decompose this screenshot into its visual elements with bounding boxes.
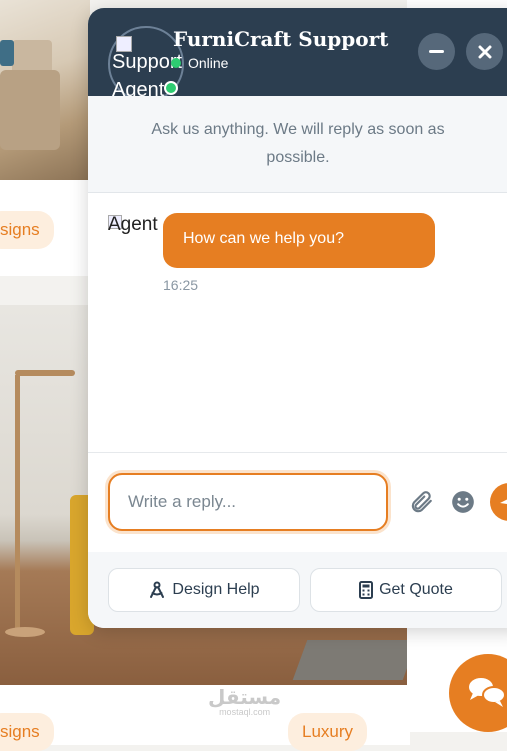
- sofa-shape: [0, 70, 60, 150]
- get-quote-button[interactable]: Get Quote: [310, 568, 502, 612]
- watermark-arabic: مستقل: [208, 687, 282, 709]
- living-room-photo: [0, 0, 90, 180]
- close-button[interactable]: [466, 33, 503, 70]
- message-time: 16:25: [163, 277, 199, 293]
- chat-title: FurniCraft Support: [173, 27, 389, 51]
- design-help-button[interactable]: Design Help: [108, 568, 300, 612]
- compass-icon: [150, 581, 165, 598]
- lamp-shape: [15, 375, 20, 635]
- chat-launcher-button[interactable]: [449, 654, 507, 732]
- agent-avatar-alt: Agent: [108, 214, 158, 235]
- quick-actions: Design Help Get Quote: [88, 552, 507, 628]
- category-tag[interactable]: signs: [0, 211, 54, 249]
- reply-input[interactable]: [108, 473, 388, 531]
- intro-text: Ask us anything. We will reply as soon a…: [151, 121, 445, 166]
- category-tag[interactable]: Luxury: [288, 713, 368, 751]
- send-icon: [500, 499, 507, 504]
- chat-status: Online: [188, 55, 229, 71]
- pillow-shape: [0, 40, 14, 66]
- watermark-latin: mostaql.com: [219, 707, 271, 717]
- lamp-shape: [15, 370, 75, 376]
- chat-widget: Support Agent FurniCraft Support Online …: [88, 8, 507, 628]
- product-card-top: signs: [0, 0, 90, 276]
- minimize-button[interactable]: [418, 33, 455, 70]
- message-bubble: How can we help you?: [163, 213, 435, 268]
- emoji-button[interactable]: [450, 489, 476, 515]
- calculator-icon: [359, 581, 374, 599]
- chat-intro: Ask us anything. We will reply as soon a…: [88, 96, 507, 193]
- rug-shape: [292, 640, 410, 680]
- chat-header: Support Agent FurniCraft Support Online: [88, 8, 507, 102]
- lamp-shape: [5, 627, 45, 637]
- category-tag[interactable]: signs: [0, 713, 54, 751]
- online-indicator: [164, 81, 178, 95]
- paperclip-icon: [411, 491, 432, 513]
- design-help-label: Design Help: [172, 581, 260, 598]
- online-status-dot: [171, 58, 181, 68]
- get-quote-label: Get Quote: [379, 581, 453, 598]
- input-area: [88, 452, 507, 553]
- chat-bubbles-icon: [469, 678, 506, 707]
- minus-icon: [429, 50, 444, 53]
- smiley-icon: [452, 491, 474, 513]
- send-button[interactable]: [490, 483, 507, 521]
- close-icon: [478, 45, 491, 58]
- watermark: مستقل mostaql.com: [208, 688, 281, 717]
- attach-button[interactable]: [408, 489, 434, 515]
